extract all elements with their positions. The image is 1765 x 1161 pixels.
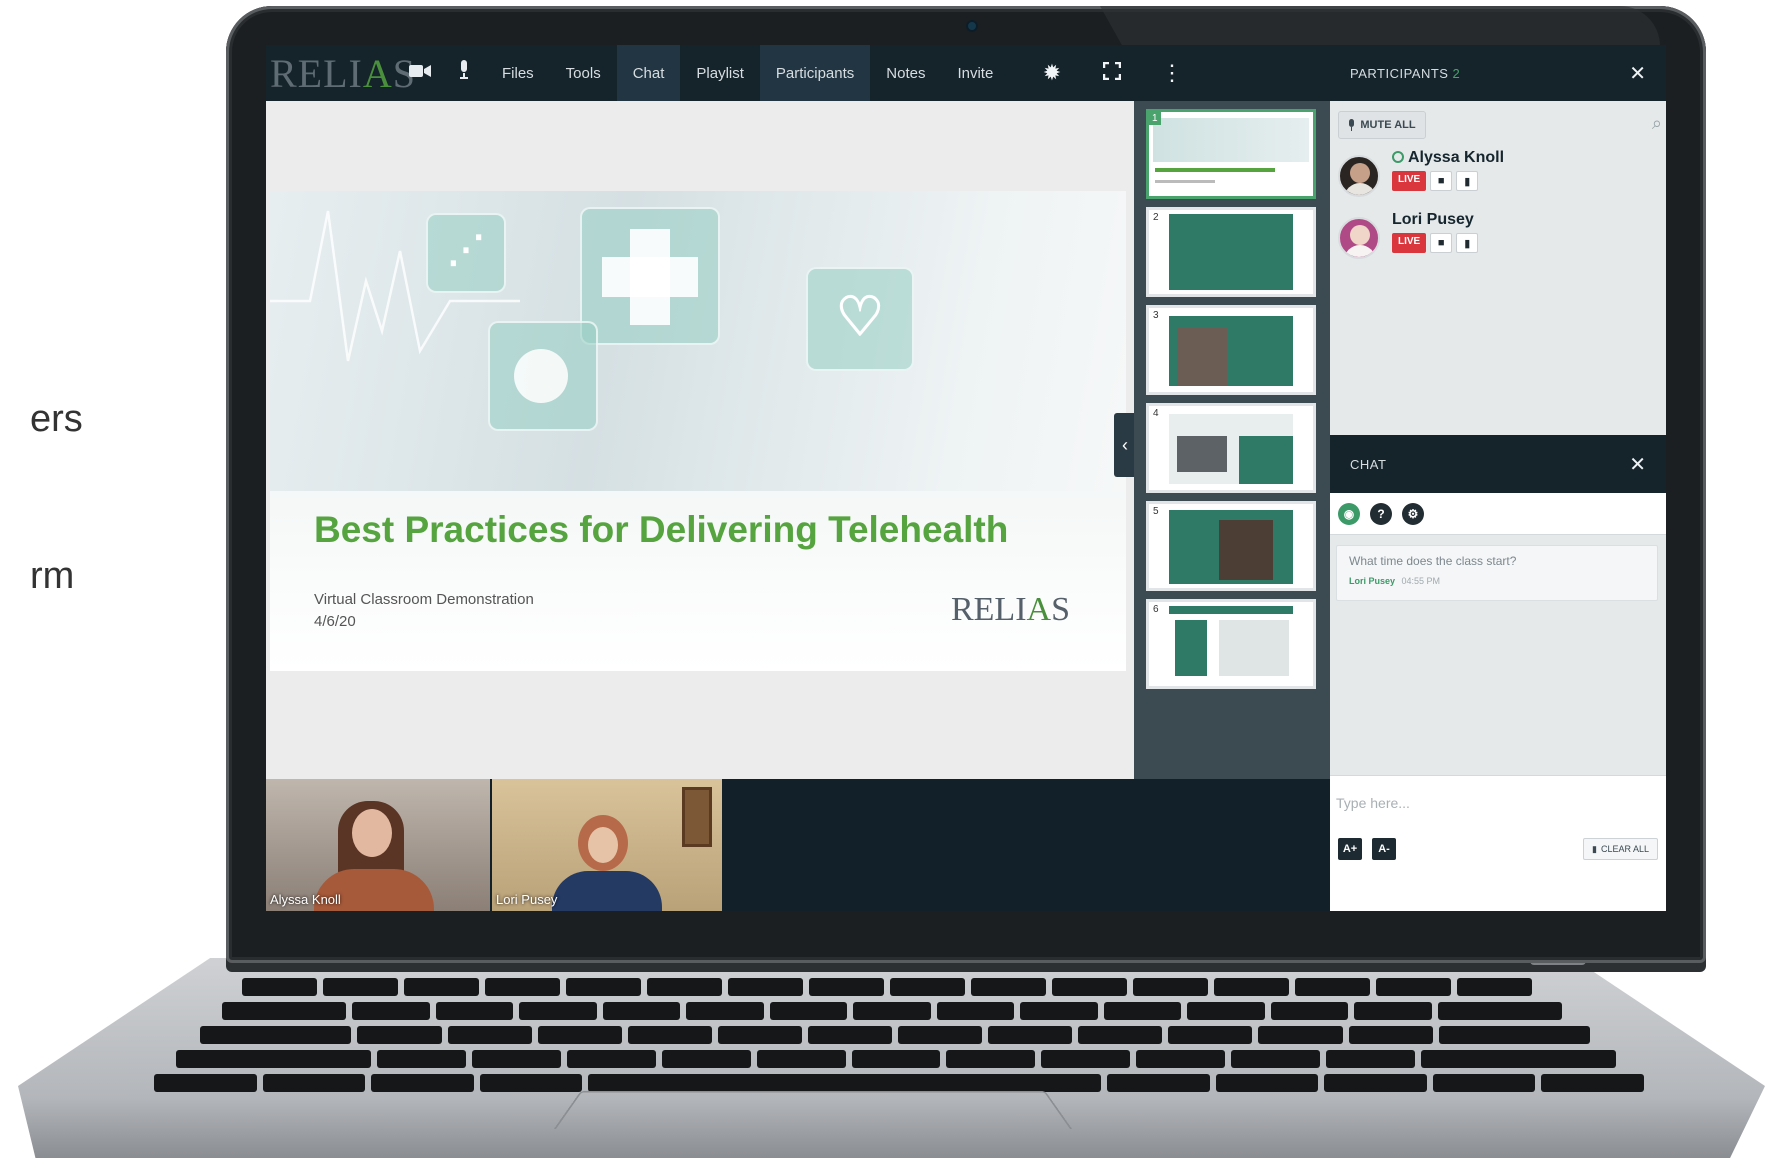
slide-relias-logo: RELIAS bbox=[950, 591, 1070, 628]
background-text-fragment-1: ers bbox=[30, 398, 83, 440]
chat-panel: ◉ ? ⚙ What time does the class start? Lo… bbox=[1330, 493, 1666, 911]
avatar bbox=[1338, 217, 1380, 259]
participants-list: MUTE ALL ⌕ Alyssa Knoll LIVE ■ ▮ Lori Pu… bbox=[1330, 101, 1666, 435]
keyboard-row bbox=[200, 1026, 1591, 1044]
slide-thumbnail[interactable]: 3 bbox=[1146, 305, 1316, 395]
nav-tools[interactable]: Tools bbox=[550, 45, 617, 101]
close-icon[interactable]: ✕ bbox=[1629, 452, 1646, 477]
nav-notes[interactable]: Notes bbox=[870, 45, 941, 101]
chat-toolbar: ◉ ? ⚙ bbox=[1330, 493, 1666, 535]
chat-header: CHAT ✕ bbox=[1330, 435, 1666, 493]
fullscreen-icon[interactable] bbox=[1082, 60, 1142, 86]
video-strip: Alyssa Knoll Lori Pusey bbox=[266, 779, 1330, 911]
participant-name: Alyssa Knoll bbox=[1392, 149, 1504, 167]
nav-files[interactable]: Files bbox=[486, 45, 550, 101]
chat-message-text: What time does the class start? bbox=[1349, 554, 1517, 568]
live-badge: LIVE bbox=[1392, 171, 1427, 191]
collapse-thumbnails-button[interactable]: ‹ bbox=[1114, 413, 1136, 477]
video-camera-icon[interactable]: ■ bbox=[1430, 171, 1453, 191]
nav-invite[interactable]: Invite bbox=[941, 45, 1009, 101]
video-tile[interactable]: Alyssa Knoll bbox=[266, 779, 490, 911]
help-icon[interactable]: ? bbox=[1370, 502, 1392, 525]
video-tile[interactable]: Lori Pusey bbox=[492, 779, 722, 911]
webcam-icon bbox=[966, 20, 978, 32]
slide-thumbnail[interactable]: 1 bbox=[1146, 109, 1316, 199]
settings-icon[interactable]: ⚙ bbox=[1402, 502, 1424, 525]
lid-reflection bbox=[1100, 6, 1660, 46]
microphone-icon[interactable]: ▮ bbox=[1456, 171, 1479, 191]
nav-chat[interactable]: Chat bbox=[616, 45, 681, 101]
app-screen: RELIAS Files Tools Chat Playlist Partici… bbox=[266, 45, 1666, 911]
slide-thumbnail[interactable]: 6 bbox=[1146, 599, 1316, 689]
live-badge: LIVE bbox=[1392, 233, 1427, 253]
font-decrease-button[interactable]: A- bbox=[1372, 838, 1396, 860]
chat-message: What time does the class start? Lori Pus… bbox=[1336, 545, 1658, 601]
toolbar-right: ✹ ⋮ bbox=[1022, 45, 1202, 101]
keyboard-row bbox=[242, 978, 1532, 996]
eye-icon[interactable]: ◉ bbox=[1338, 502, 1360, 525]
current-slide: ⋰ ♡ Best Practices for Delivering Telehe… bbox=[270, 191, 1126, 671]
participant-name: Lori Pusey bbox=[1392, 211, 1474, 228]
video-participant-name: Alyssa Knoll bbox=[270, 892, 341, 907]
video-participant-name: Lori Pusey bbox=[496, 892, 558, 907]
video-camera-icon[interactable] bbox=[398, 62, 442, 85]
presence-icon bbox=[1392, 151, 1404, 163]
search-icon[interactable]: ⌕ bbox=[1652, 113, 1662, 134]
participant-row[interactable]: Alyssa Knoll LIVE ■ ▮ bbox=[1338, 149, 1658, 205]
touchpad bbox=[553, 1090, 1073, 1130]
participant-row[interactable]: Lori Pusey LIVE ■ ▮ bbox=[1338, 211, 1658, 267]
participants-header: PARTICIPANTS 2 ✕ bbox=[1330, 45, 1666, 101]
keyboard-row bbox=[154, 1074, 1645, 1092]
heart-icon: ♡ bbox=[835, 287, 885, 347]
pill-icon bbox=[514, 349, 568, 403]
slide-title: Best Practices for Delivering Telehealth bbox=[314, 509, 1009, 550]
video-camera-icon[interactable]: ■ bbox=[1430, 233, 1453, 253]
nav-playlist[interactable]: Playlist bbox=[680, 45, 760, 101]
slide-subtitle: Virtual Classroom Demonstration 4/6/20 bbox=[314, 591, 534, 630]
keyboard-row bbox=[222, 1002, 1562, 1020]
slide-thumbnail[interactable]: 4 bbox=[1146, 403, 1316, 493]
chevron-left-icon: ‹ bbox=[1122, 434, 1128, 455]
microphone-icon[interactable]: ▮ bbox=[1456, 233, 1479, 253]
medical-cross-icon bbox=[602, 257, 698, 297]
slide-thumbnail[interactable]: 5 bbox=[1146, 501, 1316, 591]
slide-thumbnail[interactable]: 2 bbox=[1146, 207, 1316, 297]
more-vertical-icon[interactable]: ⋮ bbox=[1142, 60, 1202, 86]
gear-icon[interactable]: ✹ bbox=[1022, 60, 1082, 86]
participants-title: PARTICIPANTS 2 bbox=[1350, 65, 1461, 81]
mute-all-button[interactable]: MUTE ALL bbox=[1338, 111, 1426, 139]
font-increase-button[interactable]: A+ bbox=[1338, 838, 1362, 860]
avatar bbox=[1338, 155, 1380, 197]
microphone-icon bbox=[1349, 119, 1355, 131]
nav-participants[interactable]: Participants bbox=[759, 45, 871, 101]
presentation-stage: ⋰ ♡ Best Practices for Delivering Telehe… bbox=[266, 101, 1134, 779]
chat-compose: A+ A- ▮ CLEAR ALL bbox=[1330, 775, 1666, 911]
participants-count: 2 bbox=[1452, 65, 1461, 81]
network-icon: ⋰ bbox=[447, 229, 485, 271]
chat-input[interactable] bbox=[1336, 788, 1656, 818]
microphone-icon[interactable] bbox=[442, 60, 486, 86]
relias-logo: RELIAS bbox=[270, 50, 417, 96]
background-text-fragment-2: rm bbox=[30, 555, 75, 597]
clear-all-button[interactable]: ▮ CLEAR ALL bbox=[1583, 838, 1658, 860]
chat-message-time: 04:55 PM bbox=[1401, 576, 1441, 586]
slide-thumbnails: 1 2 3 4 5 6 bbox=[1134, 101, 1330, 779]
close-icon[interactable]: ✕ bbox=[1629, 61, 1646, 86]
chat-message-author: Lori Pusey bbox=[1349, 576, 1396, 586]
trash-icon: ▮ bbox=[1592, 843, 1597, 854]
keyboard-row bbox=[176, 1050, 1616, 1068]
chat-title: CHAT bbox=[1350, 456, 1387, 472]
